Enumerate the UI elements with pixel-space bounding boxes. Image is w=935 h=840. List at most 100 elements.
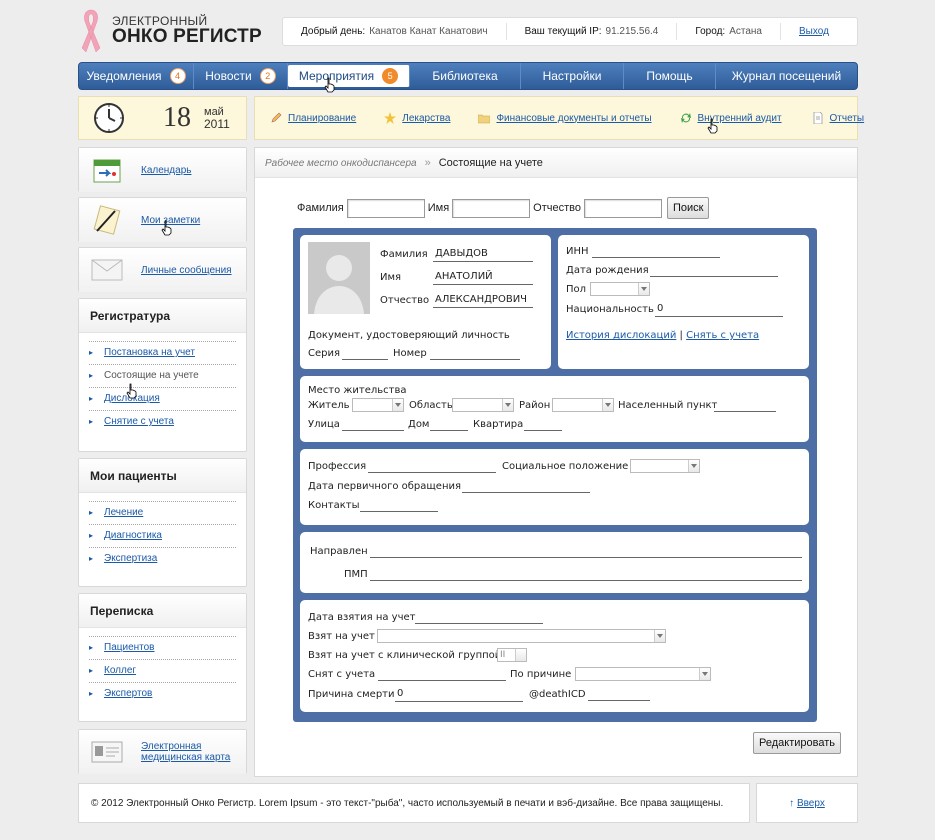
sidebar-link-emk[interactable]: Электронная медицинская карта	[141, 741, 231, 763]
toolbar-link[interactable]: Финансовые документы и отчеты	[496, 113, 651, 124]
social-status-select[interactable]	[630, 459, 700, 473]
sex-select[interactable]	[590, 282, 650, 296]
sidebar-item-label[interactable]: Лечение	[104, 507, 143, 518]
nav-item-help[interactable]: Помощь	[624, 63, 716, 89]
folder-icon	[478, 114, 491, 124]
series-label: Серия	[308, 348, 340, 359]
resident-label: Житель	[308, 400, 350, 411]
sidebar-item-registered[interactable]: Состоящие на учете	[89, 364, 236, 387]
death-cause-label: Причина смерти	[308, 689, 395, 700]
quick-toolbar: Планирование Лекарства Финансовые докуме…	[254, 96, 864, 140]
removed-label: Снят с учета	[308, 669, 376, 680]
registration-date-label: Дата взятия на учет	[308, 612, 416, 623]
locality-value	[714, 398, 776, 412]
sidebar-link-calendar[interactable]: Календарь	[141, 165, 191, 176]
sidebar-item-label[interactable]: Снятие с учета	[104, 416, 174, 427]
search-patronymic-input[interactable]	[583, 198, 662, 218]
toolbar-drugs[interactable]: Лекарства	[384, 112, 450, 124]
search-surname-input[interactable]	[346, 198, 425, 218]
death-cause-value: 0	[395, 687, 523, 702]
sidebar-link-messages[interactable]: Личные сообщения	[141, 265, 232, 276]
sidebar-item-dislocation[interactable]: Дислокация	[89, 387, 236, 410]
resident-select[interactable]	[352, 398, 404, 412]
toolbar-link[interactable]: Отчеты	[830, 113, 865, 124]
reason-select[interactable]	[575, 667, 711, 681]
sidebar-emk[interactable]: Электронная медицинская карта	[78, 729, 247, 774]
pmp-value	[370, 567, 802, 581]
logo[interactable]: ЭЛЕКТРОННЫЙ ОНКО РЕГИСТР	[80, 8, 270, 56]
sidebar-item-diagnostics[interactable]: Диагностика	[89, 524, 236, 547]
logout-link[interactable]: Выход	[799, 26, 829, 37]
patronymic-value: АЛЕКСАНДРОВИЧ	[433, 293, 533, 308]
city-info: Город: Астана	[677, 23, 781, 40]
back-to-top[interactable]: ↑ Вверх	[756, 783, 858, 823]
ip-label: Ваш текущий IP:	[524, 26, 602, 37]
main-nav: Уведомления 4 Новости 2 Мероприятия 5 Библи…	[78, 62, 858, 90]
remove-link[interactable]: Снять с учета	[686, 330, 759, 341]
pmp-label: ПМП	[344, 569, 368, 580]
house-value	[430, 417, 468, 431]
toolbar-link[interactable]: Лекарства	[402, 113, 450, 124]
breadcrumb-parent[interactable]: Рабочее место онкодиспансера	[265, 158, 417, 169]
nav-label: Новости	[205, 69, 252, 83]
document-label: Документ, удостоверяющий личность	[308, 330, 510, 341]
history-link[interactable]: История дислокаций	[566, 330, 676, 341]
patronymic-label: Отчество	[380, 295, 430, 306]
search-name-input[interactable]	[452, 198, 531, 218]
toolbar-finance[interactable]: Финансовые документы и отчеты	[478, 112, 652, 124]
inn-value	[592, 244, 720, 258]
sidebar-item-experts[interactable]: Экспертов	[89, 682, 236, 705]
toolbar-link[interactable]: Планирование	[288, 113, 356, 124]
birth-date-label: Дата рождения	[566, 265, 649, 276]
nav-item-settings[interactable]: Настройки	[521, 63, 624, 89]
nav-item-visit-log[interactable]: Журнал посещений	[716, 63, 857, 89]
sidebar-item-label[interactable]: Экспертиза	[104, 553, 157, 564]
sidebar-messages[interactable]: Личные сообщения	[78, 247, 247, 292]
sidebar-item-label[interactable]: Коллег	[104, 665, 136, 676]
region-select[interactable]	[452, 398, 514, 412]
sidebar-item-label[interactable]: Пациентов	[104, 642, 155, 653]
number-value	[430, 346, 520, 360]
hand-cursor-icon	[161, 220, 172, 236]
nav-item-events[interactable]: Мероприятия 5	[288, 65, 410, 87]
taken-select[interactable]	[377, 629, 666, 643]
date-year: 2011	[204, 117, 230, 131]
sidebar-calendar[interactable]: Календарь	[78, 147, 247, 192]
star-icon	[384, 112, 397, 124]
personal-info-panel: Фамилия ДАВЫДОВ Имя АНАТОЛИЙ Отчество АЛ…	[300, 235, 551, 369]
notification-badge: 4	[169, 68, 186, 84]
clinical-group-select[interactable]: II	[497, 648, 527, 662]
ip-info: Ваш текущий IP: 91.215.56.4	[507, 23, 678, 40]
edit-button[interactable]: Редактировать	[753, 732, 841, 754]
section-title: Переписка	[79, 594, 246, 628]
sidebar-item-colleagues[interactable]: Коллег	[89, 659, 236, 682]
reason-label: По причине	[510, 669, 572, 680]
sidebar-item-label[interactable]: Постановка на учет	[104, 347, 195, 358]
district-select[interactable]	[552, 398, 614, 412]
sidebar-item-treatment[interactable]: Лечение	[89, 501, 236, 524]
search-name-label: Имя	[427, 202, 450, 214]
user-name: Канатов Канат Канатович	[369, 26, 488, 37]
hand-cursor-icon	[126, 383, 137, 399]
pencil-icon	[271, 112, 282, 123]
sidebar-item-label[interactable]: Диагностика	[104, 530, 162, 541]
sidebar-item-label[interactable]: Экспертов	[104, 688, 152, 699]
sidebar-item-patients[interactable]: Пациентов	[89, 636, 236, 659]
main-content: Рабочее место онкодиспансера » Состоящие н…	[254, 147, 858, 777]
search-button[interactable]: Поиск	[666, 197, 710, 219]
search-form: Фамилия Имя Отчество Поиск	[297, 197, 710, 219]
back-to-top-link[interactable]: Вверх	[797, 798, 825, 809]
sidebar-item-expertise[interactable]: Экспертиза	[89, 547, 236, 570]
user-info-bar: Добрый день: Канатов Канат Канатович Ваш …	[282, 17, 858, 46]
toolbar-planning[interactable]: Планирование	[270, 112, 356, 124]
nav-item-news[interactable]: Новости 2	[194, 63, 288, 89]
sidebar-item-register[interactable]: Постановка на учет	[89, 341, 236, 364]
city-value: Астана	[729, 26, 762, 37]
toolbar-audit[interactable]: Внутренний аудит	[680, 112, 782, 124]
sidebar-item-deregister[interactable]: Снятие с учета	[89, 410, 236, 433]
nav-item-notifications[interactable]: Уведомления 4	[79, 63, 194, 89]
birth-date-value	[650, 263, 778, 277]
toolbar-reports[interactable]: Отчеты	[812, 112, 865, 124]
nav-item-library[interactable]: Библиотека	[410, 63, 521, 89]
residence-label: Место жительства	[308, 385, 407, 396]
